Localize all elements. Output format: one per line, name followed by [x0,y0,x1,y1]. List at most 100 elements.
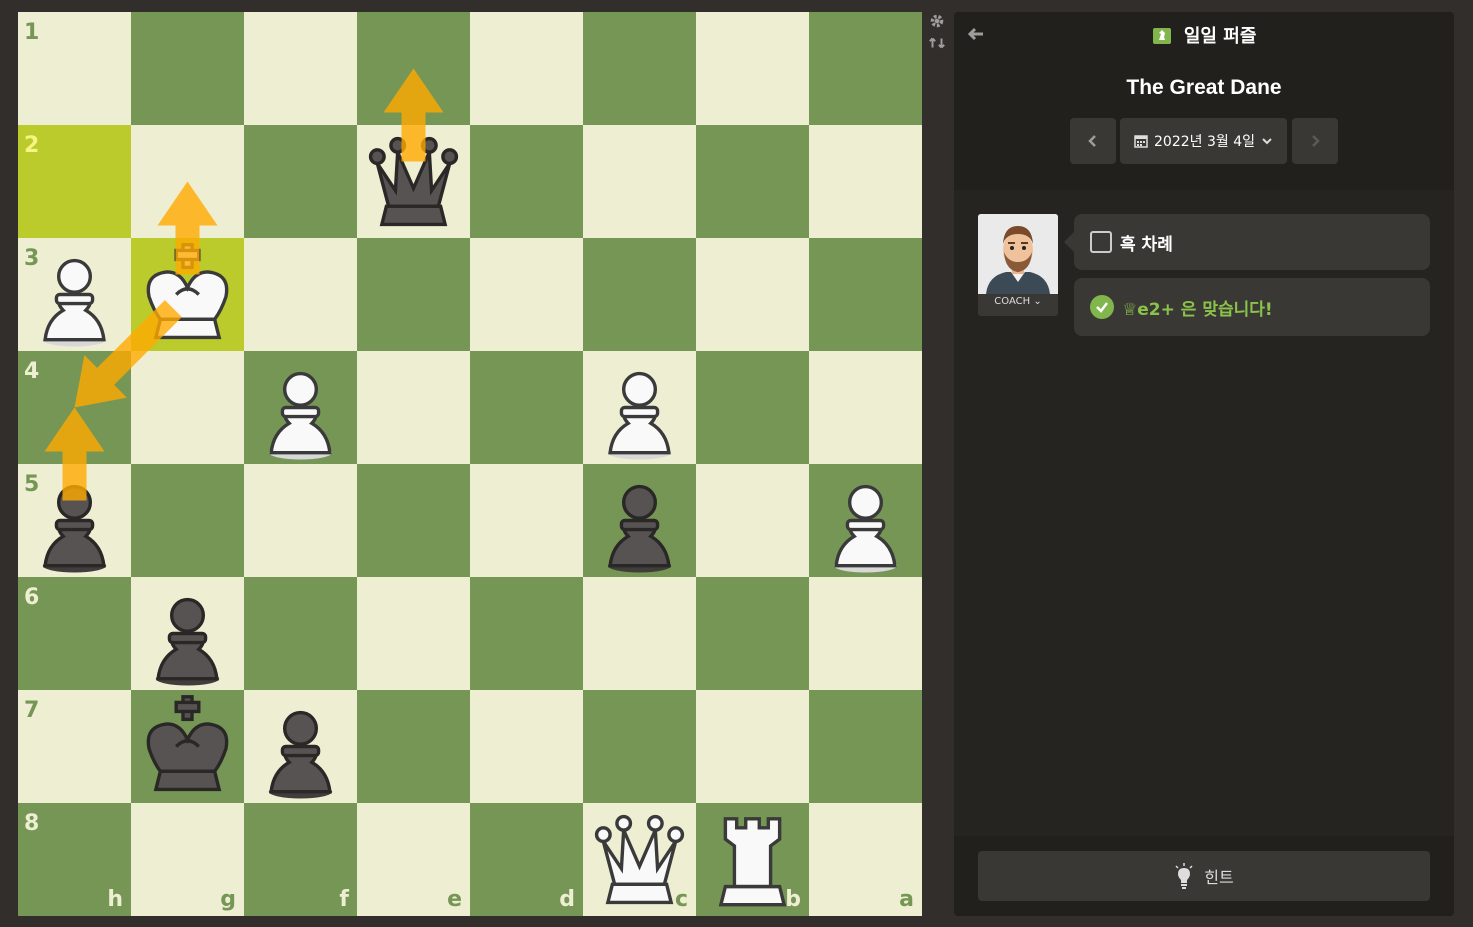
square-a7[interactable] [809,690,922,803]
file-label: h [107,887,123,912]
rank-label: 2 [24,133,40,158]
square-a8[interactable]: a [809,803,922,916]
square-a1[interactable] [809,12,922,125]
black-pawn-icon[interactable] [244,690,357,803]
square-b4[interactable] [696,351,809,464]
flip-board-icon[interactable] [928,34,946,52]
black-pawn-icon[interactable] [131,577,244,690]
square-h2[interactable]: 2 [18,125,131,238]
square-b3[interactable] [696,238,809,351]
square-d3[interactable] [470,238,583,351]
square-f5[interactable] [244,464,357,577]
next-day-button[interactable] [1292,118,1338,164]
chevron-left-icon [1088,135,1096,147]
hint-label: 힌트 [1204,868,1234,887]
turn-checkbox-icon [1090,231,1112,253]
square-h8[interactable]: 8h [18,803,131,916]
rank-label: 7 [24,698,40,723]
square-e3[interactable] [357,238,470,351]
white-pawn-icon[interactable] [809,464,922,577]
panel-header: 일일 퍼즐 The Great Dane 2022년 3월 4일 [954,12,1454,190]
square-h4[interactable]: 4 [18,351,131,464]
square-h6[interactable]: 6 [18,577,131,690]
square-g5[interactable] [131,464,244,577]
square-d5[interactable] [470,464,583,577]
square-c3[interactable] [583,238,696,351]
square-a2[interactable] [809,125,922,238]
black-pawn-icon[interactable] [18,464,131,577]
square-g8[interactable]: g [131,803,244,916]
header-title-text: 일일 퍼즐 [1183,26,1257,47]
date-select[interactable]: 2022년 3월 4일 [1120,118,1287,164]
rank-label: 4 [24,359,40,384]
square-a6[interactable] [809,577,922,690]
square-f1[interactable] [244,12,357,125]
square-c1[interactable] [583,12,696,125]
header-title: 일일 퍼즐 [954,22,1454,48]
rank-label: 8 [24,811,40,836]
square-b1[interactable] [696,12,809,125]
file-label: e [447,887,462,912]
square-c7[interactable] [583,690,696,803]
square-b2[interactable] [696,125,809,238]
result-message: ♕e2+ 은 맞습니다! [1074,278,1430,336]
check-circle-icon [1090,295,1114,319]
lightbulb-icon [1175,863,1193,889]
white-pawn-icon[interactable] [18,238,131,351]
square-e4[interactable] [357,351,470,464]
file-label: f [339,887,349,912]
coach-label[interactable]: COACH ⌄ [978,296,1058,307]
puzzle-name: The Great Dane [1126,76,1282,99]
turn-text: 흑 차례 [1120,234,1173,255]
square-b7[interactable] [696,690,809,803]
previous-day-button[interactable] [1070,118,1116,164]
square-e7[interactable] [357,690,470,803]
rank-label: 6 [24,585,40,610]
square-e1[interactable] [357,12,470,125]
square-b6[interactable] [696,577,809,690]
square-f8[interactable]: f [244,803,357,916]
result-text: ♕e2+ 은 맞습니다! [1122,299,1273,320]
file-label: d [559,887,575,912]
board-side-tools [928,12,948,56]
black-pawn-icon[interactable] [583,464,696,577]
square-e8[interactable]: e [357,803,470,916]
square-d6[interactable] [470,577,583,690]
square-c2[interactable] [583,125,696,238]
white-king-icon[interactable] [131,238,244,351]
square-d8[interactable]: d [470,803,583,916]
square-f6[interactable] [244,577,357,690]
date-label: 2022년 3월 4일 [1154,134,1255,150]
square-g4[interactable] [131,351,244,464]
chevron-down-icon [1262,138,1272,145]
square-e6[interactable] [357,577,470,690]
square-c6[interactable] [583,577,696,690]
white-pawn-icon[interactable] [583,351,696,464]
turn-message: 흑 차례 [1064,214,1430,270]
coach-avatar[interactable]: COACH ⌄ [978,214,1058,316]
white-pawn-icon[interactable] [244,351,357,464]
square-g1[interactable] [131,12,244,125]
coach-portrait [978,214,1058,294]
square-h7[interactable]: 7 [18,690,131,803]
gear-icon[interactable] [928,12,946,30]
square-d1[interactable] [470,12,583,125]
square-f2[interactable] [244,125,357,238]
square-f3[interactable] [244,238,357,351]
square-d4[interactable] [470,351,583,464]
white-queen-icon[interactable] [583,803,696,916]
square-h1[interactable]: 1 [18,12,131,125]
black-king-icon[interactable] [131,690,244,803]
square-a3[interactable] [809,238,922,351]
square-e5[interactable] [357,464,470,577]
black-queen-icon[interactable] [357,125,470,238]
square-b5[interactable] [696,464,809,577]
hint-button[interactable]: 힌트 [978,851,1430,901]
puzzle-icon [1152,28,1171,44]
square-d2[interactable] [470,125,583,238]
square-a4[interactable] [809,351,922,464]
white-rook-icon[interactable] [696,803,809,916]
square-g2[interactable] [131,125,244,238]
square-d7[interactable] [470,690,583,803]
chess-board[interactable]: 12345678hgfedcba [18,12,922,916]
